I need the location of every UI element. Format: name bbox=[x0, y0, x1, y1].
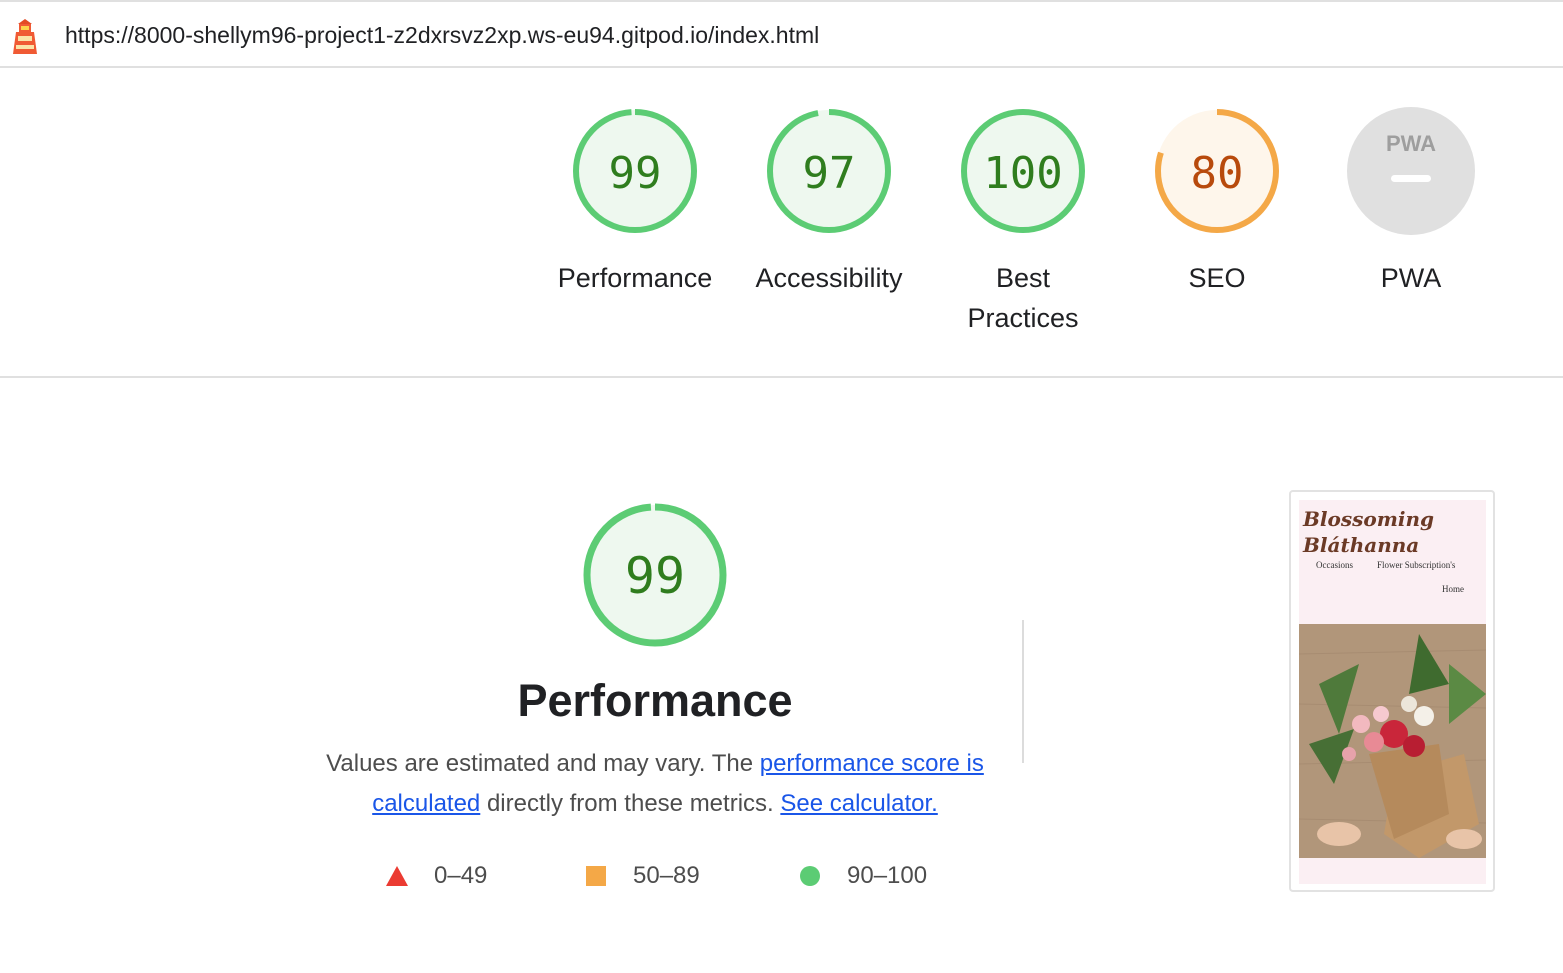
performance-score: 99 bbox=[625, 547, 685, 605]
flower-bouquet-image bbox=[1299, 624, 1486, 858]
site-title-line2: Bláthanna bbox=[1303, 533, 1420, 557]
pwa-dash-icon bbox=[1391, 175, 1431, 182]
legend-pass: 90–100 bbox=[799, 860, 927, 892]
gauge-label: Best Practices bbox=[967, 263, 1079, 333]
page-screenshot-thumbnail[interactable]: Blossoming Bláthanna Occasions Flower Su… bbox=[1289, 490, 1495, 892]
legend-range: 50–89 bbox=[633, 862, 700, 889]
legend-range: 0–49 bbox=[434, 862, 488, 889]
thumbnail-page: Blossoming Bláthanna Occasions Flower Su… bbox=[1299, 500, 1486, 884]
gauge-seo-chart: 80 bbox=[1155, 109, 1279, 233]
site-title: Blossoming Bláthanna bbox=[1303, 506, 1434, 558]
gauge-seo[interactable]: 80 SEO bbox=[1122, 106, 1312, 298]
gauge-score: 99 bbox=[609, 148, 662, 199]
gauge-label: Performance bbox=[557, 263, 713, 293]
nav-home: Home bbox=[1442, 584, 1464, 594]
gauge-label: Accessibility bbox=[755, 263, 903, 293]
gauge-best-practices-chart: 100 bbox=[961, 109, 1085, 233]
page-url[interactable]: https://8000-shellym96-project1-z2dxrsvz… bbox=[65, 22, 819, 49]
see-calculator-link[interactable]: See calculator. bbox=[780, 790, 937, 817]
gauge-label: SEO bbox=[1188, 263, 1246, 293]
url-bar: https://8000-shellym96-project1-z2dxrsvz… bbox=[0, 0, 1563, 68]
gauge-fill bbox=[1347, 107, 1475, 235]
gauge-score: 97 bbox=[803, 148, 856, 199]
gauge-accessibility[interactable]: 97 Accessibility bbox=[734, 106, 924, 298]
circle-icon bbox=[800, 866, 820, 886]
site-title-line1: Blossoming bbox=[1303, 507, 1434, 531]
lighthouse-icon bbox=[13, 19, 37, 54]
pwa-badge: PWA bbox=[1386, 131, 1436, 156]
gauge-performance[interactable]: 99 Performance bbox=[540, 106, 730, 298]
gauge-best-practices[interactable]: 100 Best Practices bbox=[928, 106, 1118, 338]
gauge-score: 80 bbox=[1191, 148, 1244, 199]
gauge-pwa-chart: PWA bbox=[1347, 107, 1475, 235]
category-gauges: 99 Performance 97 Accessibility 100 Best… bbox=[0, 68, 1563, 378]
desc-prefix: Values are estimated and may vary. The bbox=[326, 750, 754, 777]
gauge-pwa[interactable]: PWA PWA bbox=[1316, 106, 1506, 298]
performance-title: Performance bbox=[517, 675, 793, 726]
gauge-performance-chart: 99 bbox=[573, 109, 697, 233]
triangle-icon bbox=[386, 866, 408, 886]
gauge-score: 100 bbox=[983, 148, 1062, 199]
square-icon bbox=[586, 866, 606, 886]
performance-description: Values are estimated and may vary. The p… bbox=[320, 744, 990, 824]
legend-fail: 0–49 bbox=[386, 860, 487, 892]
nav-occasions: Occasions bbox=[1316, 560, 1353, 570]
legend-average: 50–89 bbox=[585, 860, 700, 892]
desc-mid: directly from these metrics. bbox=[486, 790, 774, 817]
nav-subscriptions: Flower Subscription's bbox=[1377, 560, 1456, 570]
section-divider bbox=[1022, 620, 1024, 763]
gauge-label: PWA bbox=[1380, 263, 1442, 293]
gauge-accessibility-chart: 97 bbox=[767, 109, 891, 233]
performance-gauge: 99 bbox=[583, 503, 727, 647]
legend-range: 90–100 bbox=[847, 862, 928, 889]
